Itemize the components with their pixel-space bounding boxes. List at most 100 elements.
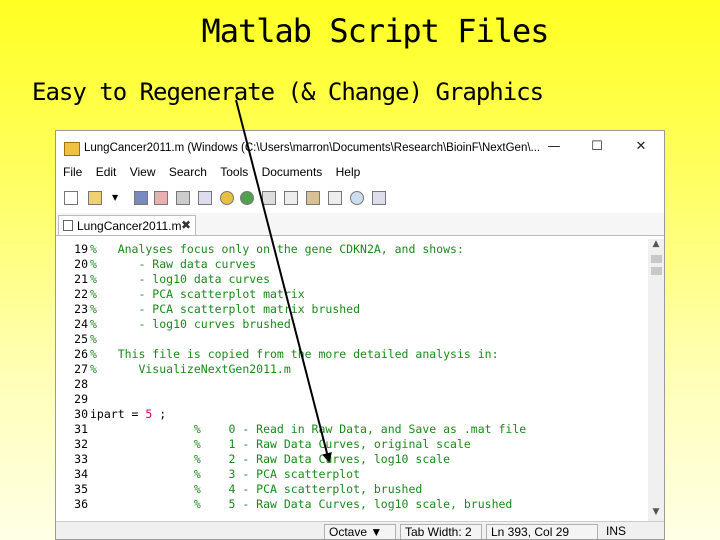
line-number: 29	[74, 392, 88, 406]
code-token: % 2 - Raw Data Curves, log10 scale	[90, 452, 451, 466]
line-text: % 0 - Read in Raw Data, and Save as .mat…	[90, 422, 526, 436]
line-number: 27	[74, 362, 88, 376]
line-text: % 1 - Raw Data Curves, original scale	[90, 437, 471, 451]
code-line[interactable]: 23% - PCA scatterplot matrix brushed	[56, 302, 646, 317]
line-number: 21	[74, 272, 88, 286]
line-text: % 4 - PCA scatterplot, brushed	[90, 482, 423, 496]
editor-window: LungCancer2011.m (Windows (C:\Users\marr…	[55, 130, 665, 540]
code-line[interactable]: 33 % 2 - Raw Data Curves, log10 scale	[56, 452, 646, 467]
line-text: % - Raw data curves	[90, 257, 256, 271]
code-line[interactable]: 22% - PCA scatterplot matrix	[56, 287, 646, 302]
code-line[interactable]: 20% - Raw data curves	[56, 257, 646, 272]
line-text: % - log10 curves brushed	[90, 317, 291, 331]
paste-icon[interactable]	[306, 191, 320, 205]
language-selector[interactable]: Octave ▼	[324, 524, 396, 539]
code-token: % - Raw data curves	[90, 257, 257, 271]
line-number: 23	[74, 302, 88, 316]
code-line[interactable]: 24% - log10 curves brushed	[56, 317, 646, 332]
scroll-thumb[interactable]	[651, 267, 662, 275]
delete-icon[interactable]	[328, 191, 342, 205]
code-line[interactable]: 26% This file is copied from the more de…	[56, 347, 646, 362]
maximize-button[interactable]: ☐	[586, 139, 608, 154]
code-token: % 1 - Raw Data Curves, original scale	[90, 437, 471, 451]
code-token: % - log10 data curves	[90, 272, 271, 286]
code-token: ;	[152, 407, 167, 421]
code-token: % Analyses focus only on the gene CDKN2A…	[90, 242, 464, 256]
code-token: % - log10 curves brushed	[90, 317, 291, 331]
close-button[interactable]: ✕	[630, 139, 652, 154]
save-icon[interactable]	[134, 191, 148, 205]
scroll-up-icon[interactable]: ▲	[648, 239, 664, 253]
scroll-marker	[651, 255, 662, 263]
line-text: % - PCA scatterplot matrix brushed	[90, 302, 360, 316]
tab-lungcancer2011[interactable]: LungCancer2011.m ✖	[58, 215, 196, 235]
notepad-app-icon	[64, 142, 80, 156]
line-text: % - PCA scatterplot matrix	[90, 287, 305, 301]
line-number: 26	[74, 347, 88, 361]
code-line[interactable]: 34 % 3 - PCA scatterplot	[56, 467, 646, 482]
slide-subtitle: Easy to Regenerate (& Change) Graphics	[32, 78, 544, 106]
menu-view[interactable]: View	[126, 165, 160, 179]
minimize-button[interactable]: —	[543, 139, 565, 154]
line-text: % 5 - Raw Data Curves, log10 scale, brus…	[90, 497, 513, 511]
code-token: % 5 - Raw Data Curves, log10 scale, brus…	[90, 497, 513, 511]
line-text: ipart = 5 ;	[90, 407, 166, 421]
code-token: %	[90, 332, 97, 346]
replace-icon[interactable]	[372, 191, 386, 205]
file-icon	[63, 220, 73, 231]
code-line[interactable]: 27% VisualizeNextGen2011.m	[56, 362, 646, 377]
code-line[interactable]: 25%	[56, 332, 646, 347]
line-text: %	[90, 332, 97, 346]
print-icon[interactable]	[176, 191, 190, 205]
line-text: % - log10 data curves	[90, 272, 270, 286]
line-number: 35	[74, 482, 88, 496]
print-preview-icon[interactable]	[198, 191, 212, 205]
find-icon[interactable]	[350, 191, 364, 205]
window-title: LungCancer2011.m (Windows (C:\Users\marr…	[84, 142, 541, 154]
open-folder-icon[interactable]	[88, 191, 102, 205]
menu-documents[interactable]: Documents	[258, 165, 327, 179]
menu-edit[interactable]: Edit	[92, 165, 121, 179]
menu-search[interactable]: Search	[165, 165, 211, 179]
line-number: 22	[74, 287, 88, 301]
line-text: % Analyses focus only on the gene CDKN2A…	[90, 242, 464, 256]
line-text: % VisualizeNextGen2011.m	[90, 362, 291, 376]
menu-file[interactable]: File	[59, 165, 86, 179]
redo-icon[interactable]	[240, 191, 254, 205]
close-file-icon[interactable]	[154, 191, 168, 205]
cut-icon[interactable]	[262, 191, 276, 205]
scroll-down-icon[interactable]: ▼	[648, 507, 664, 521]
code-line[interactable]: 19% Analyses focus only on the gene CDKN…	[56, 242, 646, 257]
menu-tools[interactable]: Tools	[216, 165, 252, 179]
menu-bar: File Edit View Search Tools Documents He…	[56, 165, 664, 183]
cursor-position: Ln 393, Col 29	[486, 524, 598, 539]
code-line[interactable]: 21% - log10 data curves	[56, 272, 646, 287]
undo-icon[interactable]	[220, 191, 234, 205]
code-line[interactable]: 32 % 1 - Raw Data Curves, original scale	[56, 437, 646, 452]
line-number: 25	[74, 332, 88, 346]
copy-icon[interactable]	[284, 191, 298, 205]
code-editor[interactable]: 19% Analyses focus only on the gene CDKN…	[56, 239, 646, 521]
line-number: 24	[74, 317, 88, 331]
vertical-scrollbar[interactable]: ▲ ▼	[648, 239, 664, 521]
code-line[interactable]: 28	[56, 377, 646, 392]
code-token: % 3 - PCA scatterplot	[90, 467, 361, 481]
line-number: 30	[74, 407, 88, 421]
line-number: 36	[74, 497, 88, 511]
dropdown-arrow-icon[interactable]: ▼	[112, 191, 120, 205]
tab-close-icon[interactable]: ✖	[181, 218, 191, 232]
code-line[interactable]: 30 ipart = 5 ;	[56, 407, 646, 422]
code-line[interactable]: 29	[56, 392, 646, 407]
line-number: 33	[74, 452, 88, 466]
code-token: % - PCA scatterplot matrix	[90, 287, 305, 301]
menu-help[interactable]: Help	[332, 165, 365, 179]
code-token: % This file is copied from the more deta…	[90, 347, 499, 361]
code-line[interactable]: 31 % 0 - Read in Raw Data, and Save as .…	[56, 422, 646, 437]
code-line[interactable]: 35 % 4 - PCA scatterplot, brushed	[56, 482, 646, 497]
code-line[interactable]: 36 % 5 - Raw Data Curves, log10 scale, b…	[56, 497, 646, 512]
tab-width-selector[interactable]: Tab Width: 2 ▼	[400, 524, 482, 539]
line-number: 32	[74, 437, 88, 451]
new-file-icon[interactable]	[64, 191, 78, 205]
title-bar[interactable]: LungCancer2011.m (Windows (C:\Users\marr…	[56, 131, 664, 163]
line-text: % This file is copied from the more deta…	[90, 347, 499, 361]
